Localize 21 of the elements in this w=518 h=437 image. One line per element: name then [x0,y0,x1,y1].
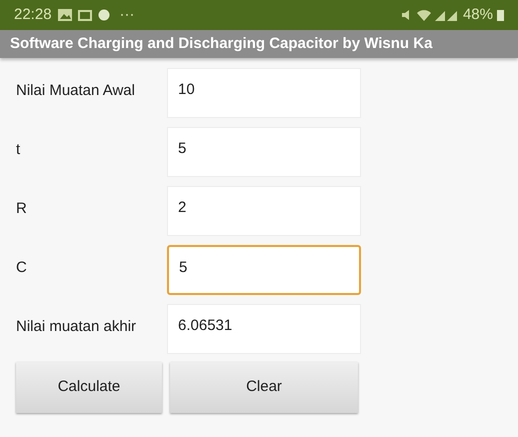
input-field[interactable]: 2 [167,186,361,236]
input-field[interactable]: 10 [167,68,361,118]
wifi-icon [416,9,431,21]
battery-icon [497,9,504,21]
screen-icon [78,10,92,20]
field-label: Nilai Muatan Awal [16,81,136,101]
image-icon [58,9,72,21]
signal-icon [434,9,459,21]
app-title: Software Charging and Discharging Capacitor by Wisnu Ka [10,34,432,54]
field-label: t [16,140,22,160]
field-label: C [16,258,28,278]
action-button[interactable]: Calculate [16,362,162,413]
input-field[interactable]: 5 [167,127,361,177]
input-field[interactable]: 5 [167,245,361,295]
battery-level: 48% [462,4,493,25]
field-label: R [16,199,28,219]
field-label: Nilai muatan akhir [16,317,138,337]
action-button[interactable]: Clear [170,362,358,413]
more-notifications: ··· [120,4,135,25]
clock: 22:28 [14,4,52,25]
input-field[interactable]: 6.06531 [167,304,361,354]
